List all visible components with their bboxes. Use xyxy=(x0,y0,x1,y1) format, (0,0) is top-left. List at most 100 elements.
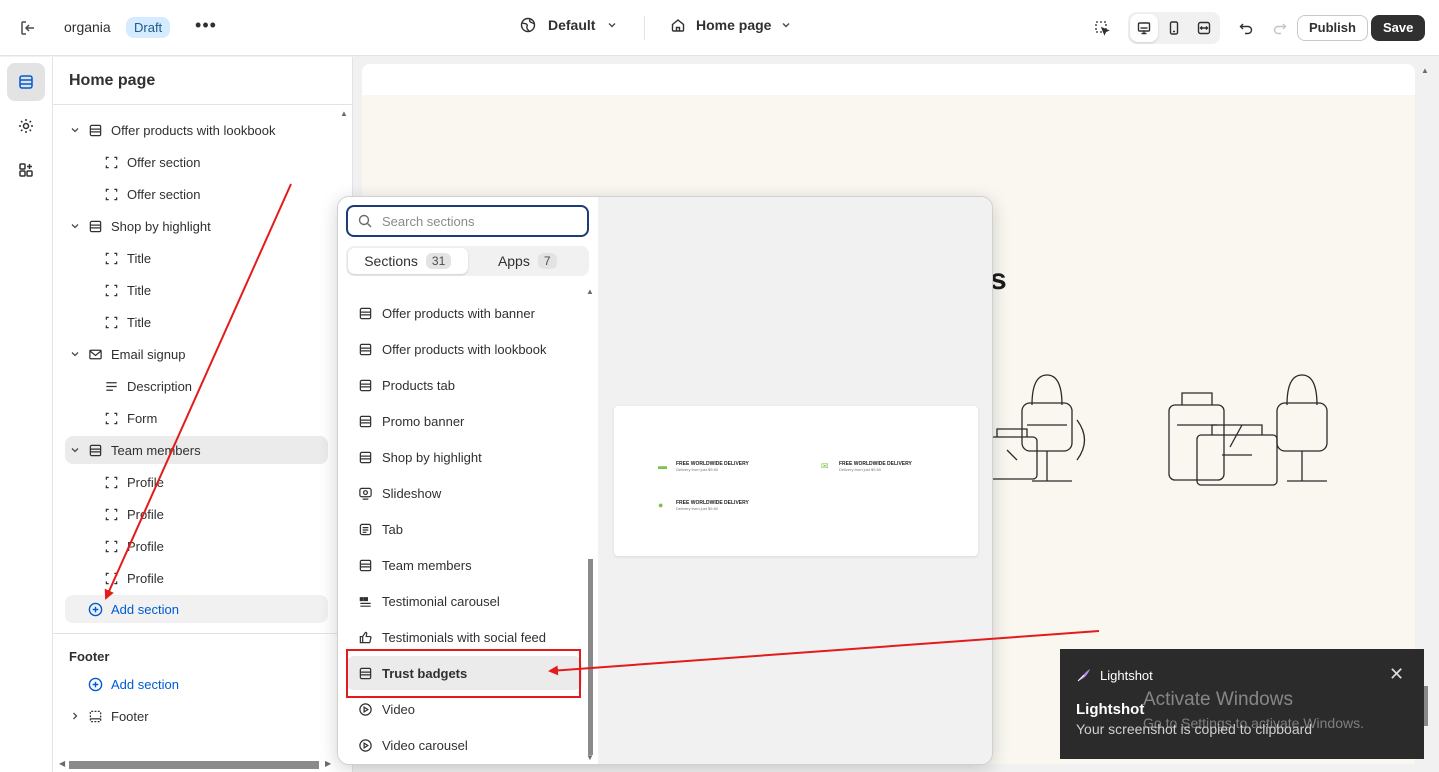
section-option[interactable]: Slideshow xyxy=(346,476,582,510)
bags-illustration xyxy=(987,374,1086,482)
badge-item: ● FREE WORLDWIDE DELIVERY Delivery from j… xyxy=(658,500,749,512)
scroll-up-arrow-icon[interactable]: ▲ xyxy=(340,109,348,118)
section-option-label: Products tab xyxy=(382,377,455,393)
tree-item-label: Offer section xyxy=(127,186,201,202)
undo-icon[interactable] xyxy=(1232,14,1260,42)
chevron-down-icon[interactable] xyxy=(65,445,85,455)
chevron-down-icon xyxy=(608,23,616,28)
windows-watermark-title: Activate Windows xyxy=(1143,689,1293,710)
footer-add-section-button[interactable]: Add section xyxy=(65,670,328,698)
chevron-right-icon[interactable] xyxy=(65,711,85,721)
block-icon xyxy=(101,280,121,300)
section-option[interactable]: Testimonial carousel xyxy=(346,584,582,618)
status-badge: Draft xyxy=(126,17,171,38)
inspector-icon[interactable] xyxy=(1088,14,1116,42)
tree-block-item[interactable]: Title xyxy=(81,244,328,272)
divider xyxy=(53,633,353,634)
section-option-label: Testimonial carousel xyxy=(382,593,500,609)
page-selector[interactable]: Home page xyxy=(670,17,791,33)
tree-block-item[interactable]: Title xyxy=(81,308,328,336)
windows-watermark-subtitle: Go to Settings to activate Windows. xyxy=(1143,715,1364,731)
exit-icon[interactable] xyxy=(16,16,40,40)
tree-block-item[interactable]: Description xyxy=(81,372,328,400)
tree-section-item[interactable]: Offer products with lookbook xyxy=(65,116,328,144)
apps-icon[interactable] xyxy=(7,151,45,189)
publish-button[interactable]: Publish xyxy=(1297,15,1368,41)
footer-item[interactable]: Footer xyxy=(65,702,328,730)
scroll-up-arrow-icon[interactable]: ▲ xyxy=(586,287,594,296)
tree-block-item[interactable]: Profile xyxy=(81,564,328,592)
theme-selector[interactable]: Default xyxy=(520,17,617,33)
scroll-right-arrow-icon[interactable]: ▶ xyxy=(325,759,331,768)
add-section-label: Add section xyxy=(111,676,179,692)
footer-item-label: Footer xyxy=(111,708,149,724)
section-option[interactable]: Promo banner xyxy=(346,404,582,438)
section-option-label: Video xyxy=(382,701,416,717)
tree-block-item[interactable]: Profile xyxy=(81,532,328,560)
scrollbar-thumb[interactable] xyxy=(69,761,319,769)
scrollbar-thumb[interactable] xyxy=(588,559,593,755)
more-actions-button[interactable]: ••• xyxy=(194,16,218,40)
full-width-icon[interactable] xyxy=(1190,14,1218,42)
tab-icon xyxy=(356,520,374,538)
mail-icon xyxy=(85,344,105,364)
tree-block-item[interactable]: Profile xyxy=(81,468,328,496)
section-icon xyxy=(356,448,374,466)
section-option-label: Offer products with lookbook xyxy=(382,341,547,357)
tree-block-item[interactable]: Offer section xyxy=(81,180,328,208)
block-icon xyxy=(101,472,121,492)
redo-icon[interactable] xyxy=(1266,14,1294,42)
tab-apps[interactable]: Apps 7 xyxy=(468,248,588,274)
tree-item-label: Title xyxy=(127,314,152,330)
chevron-down-icon[interactable] xyxy=(65,221,85,231)
tree-block-item[interactable]: Offer section xyxy=(81,148,328,176)
block-icon xyxy=(101,536,121,556)
tree-section-item[interactable]: Email signup xyxy=(65,340,328,368)
section-option[interactable]: Video carousel xyxy=(346,728,582,762)
globe-icon xyxy=(520,17,536,33)
page-label: Home page xyxy=(696,17,772,33)
tree-item-label: Title xyxy=(127,282,152,298)
tree-block-item[interactable]: Title xyxy=(81,276,328,304)
toolbar-icons xyxy=(1088,12,1294,44)
horizontal-scrollbar[interactable]: ◀ ▶ xyxy=(59,759,339,769)
section-option[interactable]: Offer products with banner xyxy=(346,296,582,330)
section-option[interactable]: Shop by highlight xyxy=(346,440,582,474)
toast-title: Lightshot xyxy=(1076,701,1145,718)
tree-block-item[interactable]: Form xyxy=(81,404,328,432)
add-section-button[interactable]: Add section xyxy=(65,595,328,623)
tree-item-label: Profile xyxy=(127,506,164,522)
chevron-down-icon[interactable] xyxy=(65,125,85,135)
tree-block-item[interactable]: Profile xyxy=(81,500,328,528)
section-option[interactable]: Tab xyxy=(346,512,582,546)
section-option[interactable]: Team members xyxy=(346,548,582,582)
footer-group-title: Footer xyxy=(69,649,110,664)
desktop-icon[interactable] xyxy=(1130,14,1158,42)
scroll-down-arrow-icon[interactable]: ▼ xyxy=(586,753,594,762)
close-icon[interactable]: ✕ xyxy=(1389,665,1404,683)
search-input[interactable]: Search sections xyxy=(346,205,589,237)
section-option-label: Tab xyxy=(382,521,403,537)
section-option[interactable]: Offer products with lookbook xyxy=(346,332,582,366)
tree-section-item[interactable]: Shop by highlight xyxy=(65,212,328,240)
sections-icon[interactable] xyxy=(7,63,45,101)
chevron-down-icon[interactable] xyxy=(65,349,85,359)
tree-item-label: Form xyxy=(127,410,158,426)
badge-item: ✉ FREE WORLDWIDE DELIVERY Delivery from j… xyxy=(821,461,912,473)
badge-subtitle: Delivery from just $9.60 xyxy=(676,506,719,511)
search-icon xyxy=(358,214,372,228)
gear-icon[interactable] xyxy=(7,107,45,145)
tree-item-label: Offer products with lookbook xyxy=(111,122,276,138)
top-bar: organia Draft ••• Default Home page Publ… xyxy=(0,0,1439,56)
tree-item-label: Team members xyxy=(111,442,201,458)
mobile-icon[interactable] xyxy=(1160,14,1188,42)
section-list-scrollbar[interactable]: ▲ ▼ xyxy=(586,287,594,763)
scroll-up-arrow-icon[interactable]: ▲ xyxy=(1421,66,1429,75)
tree-section-item[interactable]: Team members xyxy=(65,436,328,464)
section-option[interactable]: Products tab xyxy=(346,368,582,402)
scroll-left-arrow-icon[interactable]: ◀ xyxy=(59,759,65,768)
save-button[interactable]: Save xyxy=(1371,15,1426,41)
slideshow-icon xyxy=(356,484,374,502)
text-icon xyxy=(101,376,121,396)
tab-sections[interactable]: Sections 31 xyxy=(348,248,468,274)
